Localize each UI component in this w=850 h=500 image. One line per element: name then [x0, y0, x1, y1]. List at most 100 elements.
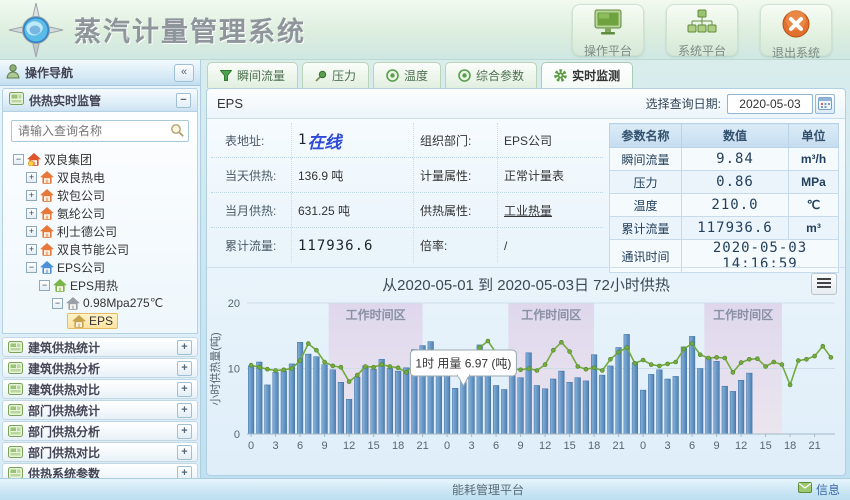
house-icon: [40, 261, 54, 274]
tree-node-软包公司[interactable]: +软包公司: [7, 186, 193, 204]
svg-text:0: 0: [234, 429, 240, 441]
app-header: 蒸汽计量管理系统 操作平台系统平台退出系统: [0, 0, 850, 60]
accordion-部门供热分析[interactable]: 部门供热分析+: [2, 421, 198, 441]
tree-node-EPS公司[interactable]: −EPS公司: [7, 258, 193, 276]
chart-tooltip: 1时 用量 6.97 (吨): [410, 350, 516, 386]
house-icon: [66, 297, 80, 310]
y-axis-label: 小时供热量(吨): [208, 332, 222, 405]
accordion-建筑供热统计[interactable]: 建筑供热统计+: [2, 337, 198, 357]
tree-node-氨纶公司[interactable]: +氨纶公司: [7, 204, 193, 222]
monitor-icon: [573, 9, 643, 40]
sidebar-collapse-button[interactable]: «: [174, 64, 194, 82]
expand-icon[interactable]: +: [177, 445, 192, 460]
expand-icon[interactable]: +: [26, 208, 37, 219]
params-row: 累计流量117936.6m³: [610, 217, 839, 240]
accordion-部门供热统计[interactable]: 部门供热统计 +: [2, 400, 198, 420]
funnel-icon: [220, 70, 232, 81]
tree-node-双良热电[interactable]: +双良热电: [7, 168, 193, 186]
exit-system-button[interactable]: 退出系统: [760, 4, 832, 56]
tab-label: 综合参数: [476, 67, 524, 84]
expand-icon[interactable]: +: [26, 244, 37, 255]
collapse-icon[interactable]: −: [52, 298, 63, 309]
panel-icon: [8, 341, 23, 353]
expand-icon[interactable]: +: [177, 340, 192, 355]
house-icon: [40, 225, 54, 238]
panel-icon: [8, 425, 23, 437]
tree-node-EPS用热[interactable]: −EPS用热: [7, 276, 193, 294]
footer-info-link[interactable]: 信息: [798, 481, 840, 498]
collapse-icon[interactable]: −: [39, 280, 50, 291]
tree-node-0.98Mpa275℃[interactable]: − 0.98Mpa275℃: [7, 294, 193, 312]
panel-collapse-button[interactable]: −: [176, 93, 191, 108]
expand-icon[interactable]: +: [177, 382, 192, 397]
nav-title: 操作导航: [25, 64, 73, 81]
system-platform-button[interactable]: 系统平台: [666, 4, 738, 56]
params-row: 温度210.0℃: [610, 194, 839, 217]
accordion-部门供热对比[interactable]: 部门供热对比+: [2, 442, 198, 462]
svg-text:15: 15: [367, 440, 379, 452]
chart-title: 从2020-05-01 到 2020-05-03日 72小时供热: [207, 268, 845, 294]
accordion-建筑供热对比[interactable]: 建筑供热对比+: [2, 379, 198, 399]
field-value: 631.25 吨: [291, 193, 413, 227]
field-label: 倍率:: [413, 228, 497, 263]
accordion-label: 建筑供热分析: [28, 360, 100, 377]
tab-温度[interactable]: 温度: [373, 62, 441, 88]
panel-icon: [8, 362, 23, 374]
tab-综合参数[interactable]: 综合参数: [445, 62, 537, 88]
tab-压力[interactable]: 压力: [302, 62, 369, 88]
svg-text:12: 12: [735, 440, 747, 452]
user-icon: [6, 64, 20, 82]
collapse-icon[interactable]: −: [13, 154, 24, 165]
search-icon[interactable]: [170, 123, 185, 141]
hourly-heat-chart[interactable]: 工作时间区工作时间区工作时间区01020小时供热量(吨)036912151821…: [207, 294, 845, 475]
expand-icon[interactable]: +: [26, 172, 37, 183]
tree-node-双良集团[interactable]: − 双良集团: [7, 150, 193, 168]
compass-globe-logo-icon: [8, 2, 64, 58]
svg-text:3: 3: [273, 440, 279, 452]
params-header-row: 参数名称数值单位: [610, 124, 839, 148]
expand-icon[interactable]: +: [177, 424, 192, 439]
query-date-input[interactable]: [727, 94, 813, 114]
tree-node-双良节能公司[interactable]: +双良节能公司: [7, 240, 193, 258]
tab-label: 实时监测: [572, 67, 620, 84]
operation-platform-button[interactable]: 操作平台: [572, 4, 644, 56]
tree-node-label: 0.98Mpa275℃: [83, 296, 163, 310]
svg-text:3: 3: [665, 440, 671, 452]
tab-实时监测[interactable]: 实时监测: [541, 62, 633, 88]
svg-text:12: 12: [343, 440, 355, 452]
footer-platform-label: 能耗管理平台: [452, 481, 524, 498]
field-row: 表地址:1在线组织部门:EPS公司: [211, 123, 603, 158]
button-label: 操作平台: [573, 42, 643, 59]
tree-node-利士德公司[interactable]: +利士德公司: [7, 222, 193, 240]
expand-icon[interactable]: +: [26, 190, 37, 201]
field-row: 当天供热:136.9 吨计量属性:正常计量表: [211, 158, 603, 193]
panel-icon: [8, 383, 23, 395]
tree-node-label: EPS: [89, 314, 113, 328]
tab-瞬间流量[interactable]: 瞬间流量: [207, 62, 298, 88]
field-value: 工业热量: [497, 193, 603, 227]
tree-panel: −双良集团+双良热电+软包公司+氨纶公司+利士德公司+双良节能公司−EPS公司−…: [2, 112, 198, 334]
meter-fields: 表地址:1在线组织部门:EPS公司当天供热:136.9 吨计量属性:正常计量表当…: [211, 123, 603, 267]
accordion-建筑供热分析[interactable]: 建筑供热分析 +: [2, 358, 198, 378]
pin-icon: [315, 70, 327, 82]
station-name: EPS: [217, 96, 243, 111]
svg-text:6: 6: [689, 440, 695, 452]
svg-text:6: 6: [493, 440, 499, 452]
svg-text:21: 21: [416, 440, 428, 452]
expand-icon[interactable]: +: [177, 361, 192, 376]
svg-text:18: 18: [784, 440, 796, 452]
params-header: 参数名称: [610, 124, 682, 148]
expand-icon[interactable]: +: [26, 226, 37, 237]
expand-icon[interactable]: +: [177, 403, 192, 418]
accordion-label: 部门供热统计: [28, 402, 100, 419]
button-label: 系统平台: [667, 42, 737, 59]
tree-node-EPS[interactable]: EPS: [7, 312, 193, 330]
svg-text:0: 0: [444, 440, 450, 452]
panel-header-heat-monitor[interactable]: 供热实时监管 −: [2, 88, 198, 112]
tree-search-input[interactable]: [11, 120, 189, 142]
nav-header: 操作导航 «: [0, 60, 200, 86]
hamburger-icon[interactable]: [811, 273, 837, 295]
tree-node-label: 双良集团: [44, 151, 92, 168]
calendar-icon[interactable]: [815, 94, 835, 114]
collapse-icon[interactable]: −: [26, 262, 37, 273]
